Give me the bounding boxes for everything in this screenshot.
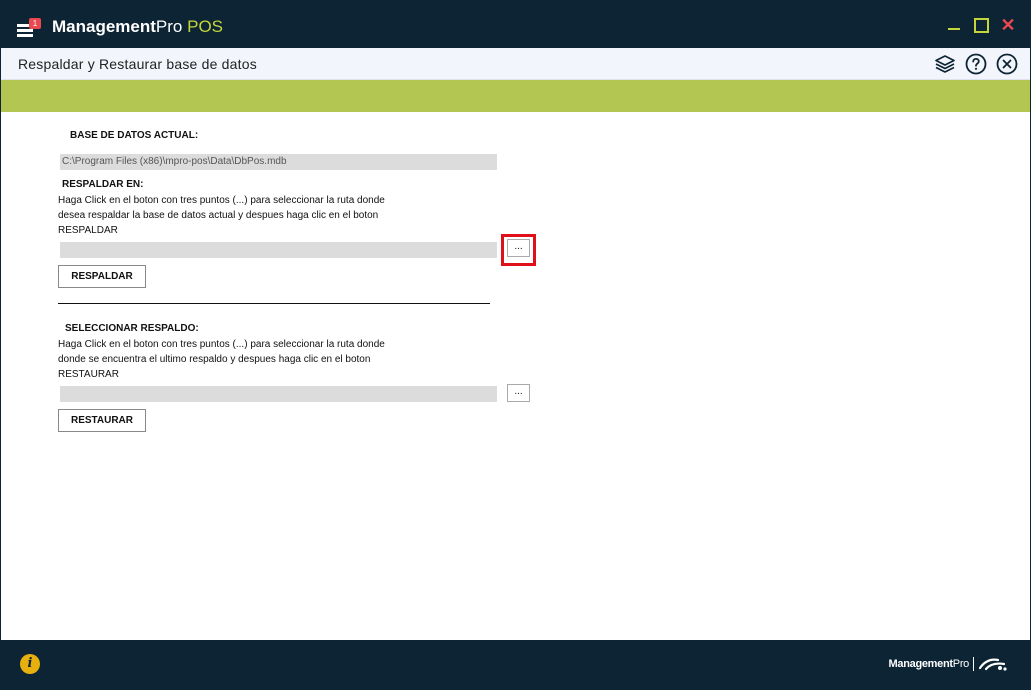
backup-instructions-line2: desea respaldar la base de datos actual … [58,210,379,221]
close-window-icon[interactable]: ✕ [1000,16,1016,34]
notification-badge: 1 [29,18,41,29]
brand-mark-icon [978,658,1007,671]
footer: i ManagementPro [1,640,1030,690]
app-title: ManagementPro POS [52,17,223,37]
restore-button[interactable]: RESTAURAR [58,409,146,432]
backup-path-field[interactable] [60,242,497,258]
backup-instructions-line3: RESPALDAR [58,225,118,236]
accent-band [1,80,1030,112]
footer-logo: ManagementPro [889,655,1008,675]
restore-path-field[interactable] [60,386,497,402]
section-divider [58,303,490,304]
title-bar: 1 ManagementPro POS ✕ [1,1,1030,48]
restore-instructions-line1: Haga Click en el boton con tres puntos (… [58,339,385,350]
app-window: 1 ManagementPro POS ✕ Respaldar y Restau… [0,0,1031,690]
current-db-path-field[interactable] [60,154,497,170]
maximize-icon[interactable] [972,17,989,33]
backup-instructions-line1: Haga Click en el boton con tres puntos (… [58,195,385,206]
minimize-icon[interactable] [946,17,962,33]
footer-brand-regular: Pro [952,657,970,670]
restore-label: SELECCIONAR RESPALDO: [65,323,199,334]
current-db-label: BASE DE DATOS ACTUAL: [70,130,199,141]
app-title-pos: POS [187,17,224,36]
hamburger-menu-icon[interactable]: 1 [17,18,41,40]
restore-browse-button[interactable]: ... [507,384,530,402]
page-title: Respaldar y Restaurar base de datos [18,56,257,72]
footer-brand-bold: Management [888,657,954,670]
app-title-brand: Management [52,17,156,36]
backup-button[interactable]: RESPALDAR [58,265,146,288]
restore-instructions-line3: RESTAURAR [58,369,119,380]
page-header: Respaldar y Restaurar base de datos [1,48,1030,80]
backup-label: RESPALDAR EN: [62,179,144,190]
restore-instructions-line2: donde se encuentra el ultimo respaldo y … [58,354,371,365]
help-icon[interactable] [965,53,987,75]
info-icon[interactable]: i [20,654,40,674]
backup-browse-button[interactable]: ... [507,239,530,257]
close-circle-icon[interactable] [996,53,1018,75]
app-title-pro: Pro [155,17,188,36]
layers-icon[interactable] [934,53,956,75]
backup-restore-panel: BASE DE DATOS ACTUAL: RESPALDAR EN: Haga… [1,112,1030,640]
